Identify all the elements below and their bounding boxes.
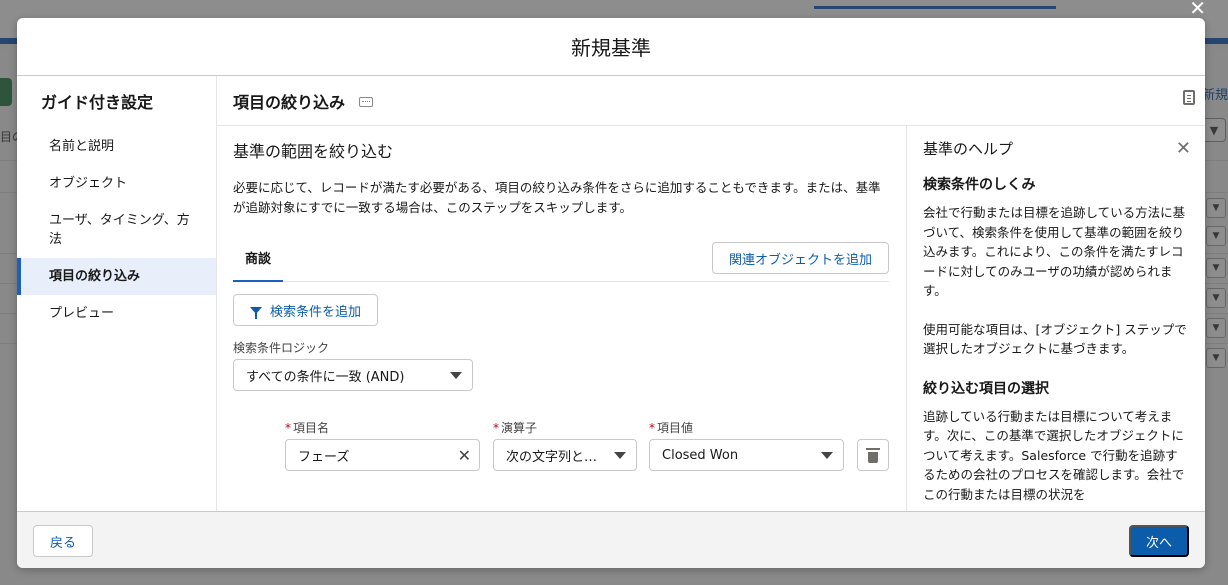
document-icon[interactable] [1183,90,1195,105]
filter-condition-row: * 項目名 フェーズ ✕ * 演算子 次の文字列と… * 項目値 Closed … [233,419,890,475]
close-icon[interactable]: ✕ [1189,0,1206,20]
guided-setup-title: ガイド付き設定 [41,93,154,112]
content-wrap: 基準の範囲を絞り込む 必要に応じて、レコードが満たす必要がある、項目の絞り込み条… [217,126,1205,511]
nav-item-user-timing-method[interactable]: ユーザ、タイミング、方法 [17,202,216,258]
field-name-value: フェーズ [298,449,350,465]
field-value-group: * 項目値 Closed Won [649,419,844,471]
required-asterisk: * [493,421,499,435]
field-value-label-wrap: * 項目値 [649,419,844,435]
nav-item-object[interactable]: オブジェクト [17,165,216,202]
help-section-heading: 検索条件のしくみ [923,177,1036,193]
field-value-value: Closed Won [662,447,739,463]
add-filter-button[interactable]: 検索条件を追加 [233,294,379,326]
help-paragraph: 会社で行動または目標を追跡している方法に基づいて、検索条件を使用して基準の範囲を… [923,205,1186,298]
nav-item-field-filter[interactable]: 項目の絞り込み [17,258,216,295]
main-panel: 項目の絞り込み 基準の範囲を絞り込む 必要に応じて、レコードが満たす必要がある、… [217,76,1205,511]
content-heading: 基準の範囲を絞り込む [233,142,394,161]
help-paragraph: 使用可能な項目は、[オブジェクト] ステップで選択したオブジェクトに基づきます。 [923,321,1187,357]
chevron-down-icon [614,452,626,459]
nav-item-name-description[interactable]: 名前と説明 [17,128,216,165]
field-name-input[interactable]: フェーズ ✕ [285,439,480,471]
tab-opportunity[interactable]: 商談 [233,246,284,282]
add-filter-label: 検索条件を追加 [270,303,362,319]
section-title: 項目の絞り込み [233,92,346,112]
field-name-label: 項目名 [293,421,330,435]
main-header: 項目の絞り込み [217,76,1205,126]
content-description: 必要に応じて、レコードが満たす必要がある、項目の絞り込み条件をさらに追加すること… [233,180,881,215]
clear-icon[interactable]: ✕ [458,446,471,465]
chevron-down-icon [821,452,833,459]
filter-icon [250,306,262,319]
modal-body: ガイド付き設定 名前と説明 オブジェクト ユーザ、タイミング、方法 項目の絞り込… [17,76,1205,511]
help-title: 基準のヘルプ [923,140,1014,158]
operator-label-wrap: * 演算子 [493,419,637,435]
filter-logic-label: 検索条件ロジック [233,341,330,355]
field-value-select[interactable]: Closed Won [649,439,844,471]
filter-logic-select[interactable]: すべての条件に一致 (AND) [233,359,473,391]
nav-item-preview[interactable]: プレビュー [17,295,216,332]
required-asterisk: * [649,421,655,435]
new-criteria-modal: 新規基準 ガイド付き設定 名前と説明 オブジェクト ユーザ、タイミング、方法 項… [17,18,1205,568]
filter-logic-value: すべての条件に一致 (AND) [246,369,405,385]
operator-value: 次の文字列と… [506,449,598,465]
filter-content: 基準の範囲を絞り込む 必要に応じて、レコードが満たす必要がある、項目の絞り込み条… [217,126,906,511]
required-asterisk: * [285,421,291,435]
operator-group: * 演算子 次の文字列と… [493,419,637,471]
operator-label: 演算子 [501,421,538,435]
modal-header: 新規基準 [17,18,1205,76]
guided-setup-nav: ガイド付き設定 名前と説明 オブジェクト ユーザ、タイミング、方法 項目の絞り込… [17,76,217,511]
help-panel: 基準のヘルプ ✕ 検索条件のしくみ 会社で行動または目標を追跡している方法に基づ… [906,126,1205,511]
operator-select[interactable]: 次の文字列と… [493,439,637,471]
field-name-group: * 項目名 フェーズ ✕ [285,419,480,471]
modal-footer: 戻る 次へ [17,511,1205,568]
field-name-label-wrap: * 項目名 [285,419,480,435]
delete-condition-button[interactable] [857,439,889,471]
field-value-label: 項目値 [657,421,694,435]
trash-icon [866,447,880,463]
keyboard-icon[interactable] [359,96,374,107]
next-button[interactable]: 次へ [1129,525,1189,557]
chevron-down-icon [450,372,462,379]
modal-title: 新規基準 [571,36,651,60]
help-paragraph: 追跡している行動または目標について考えます。次に、この基準で選択したオブジェクト… [923,408,1185,502]
add-related-object-button[interactable]: 関連オブジェクトを追加 [711,242,889,274]
close-icon[interactable]: ✕ [1176,138,1191,159]
back-button[interactable]: 戻る [33,525,93,557]
object-tabs: 商談 関連オブジェクトを追加 [233,242,889,282]
help-section-heading: 絞り込む項目の選択 [923,380,1049,397]
